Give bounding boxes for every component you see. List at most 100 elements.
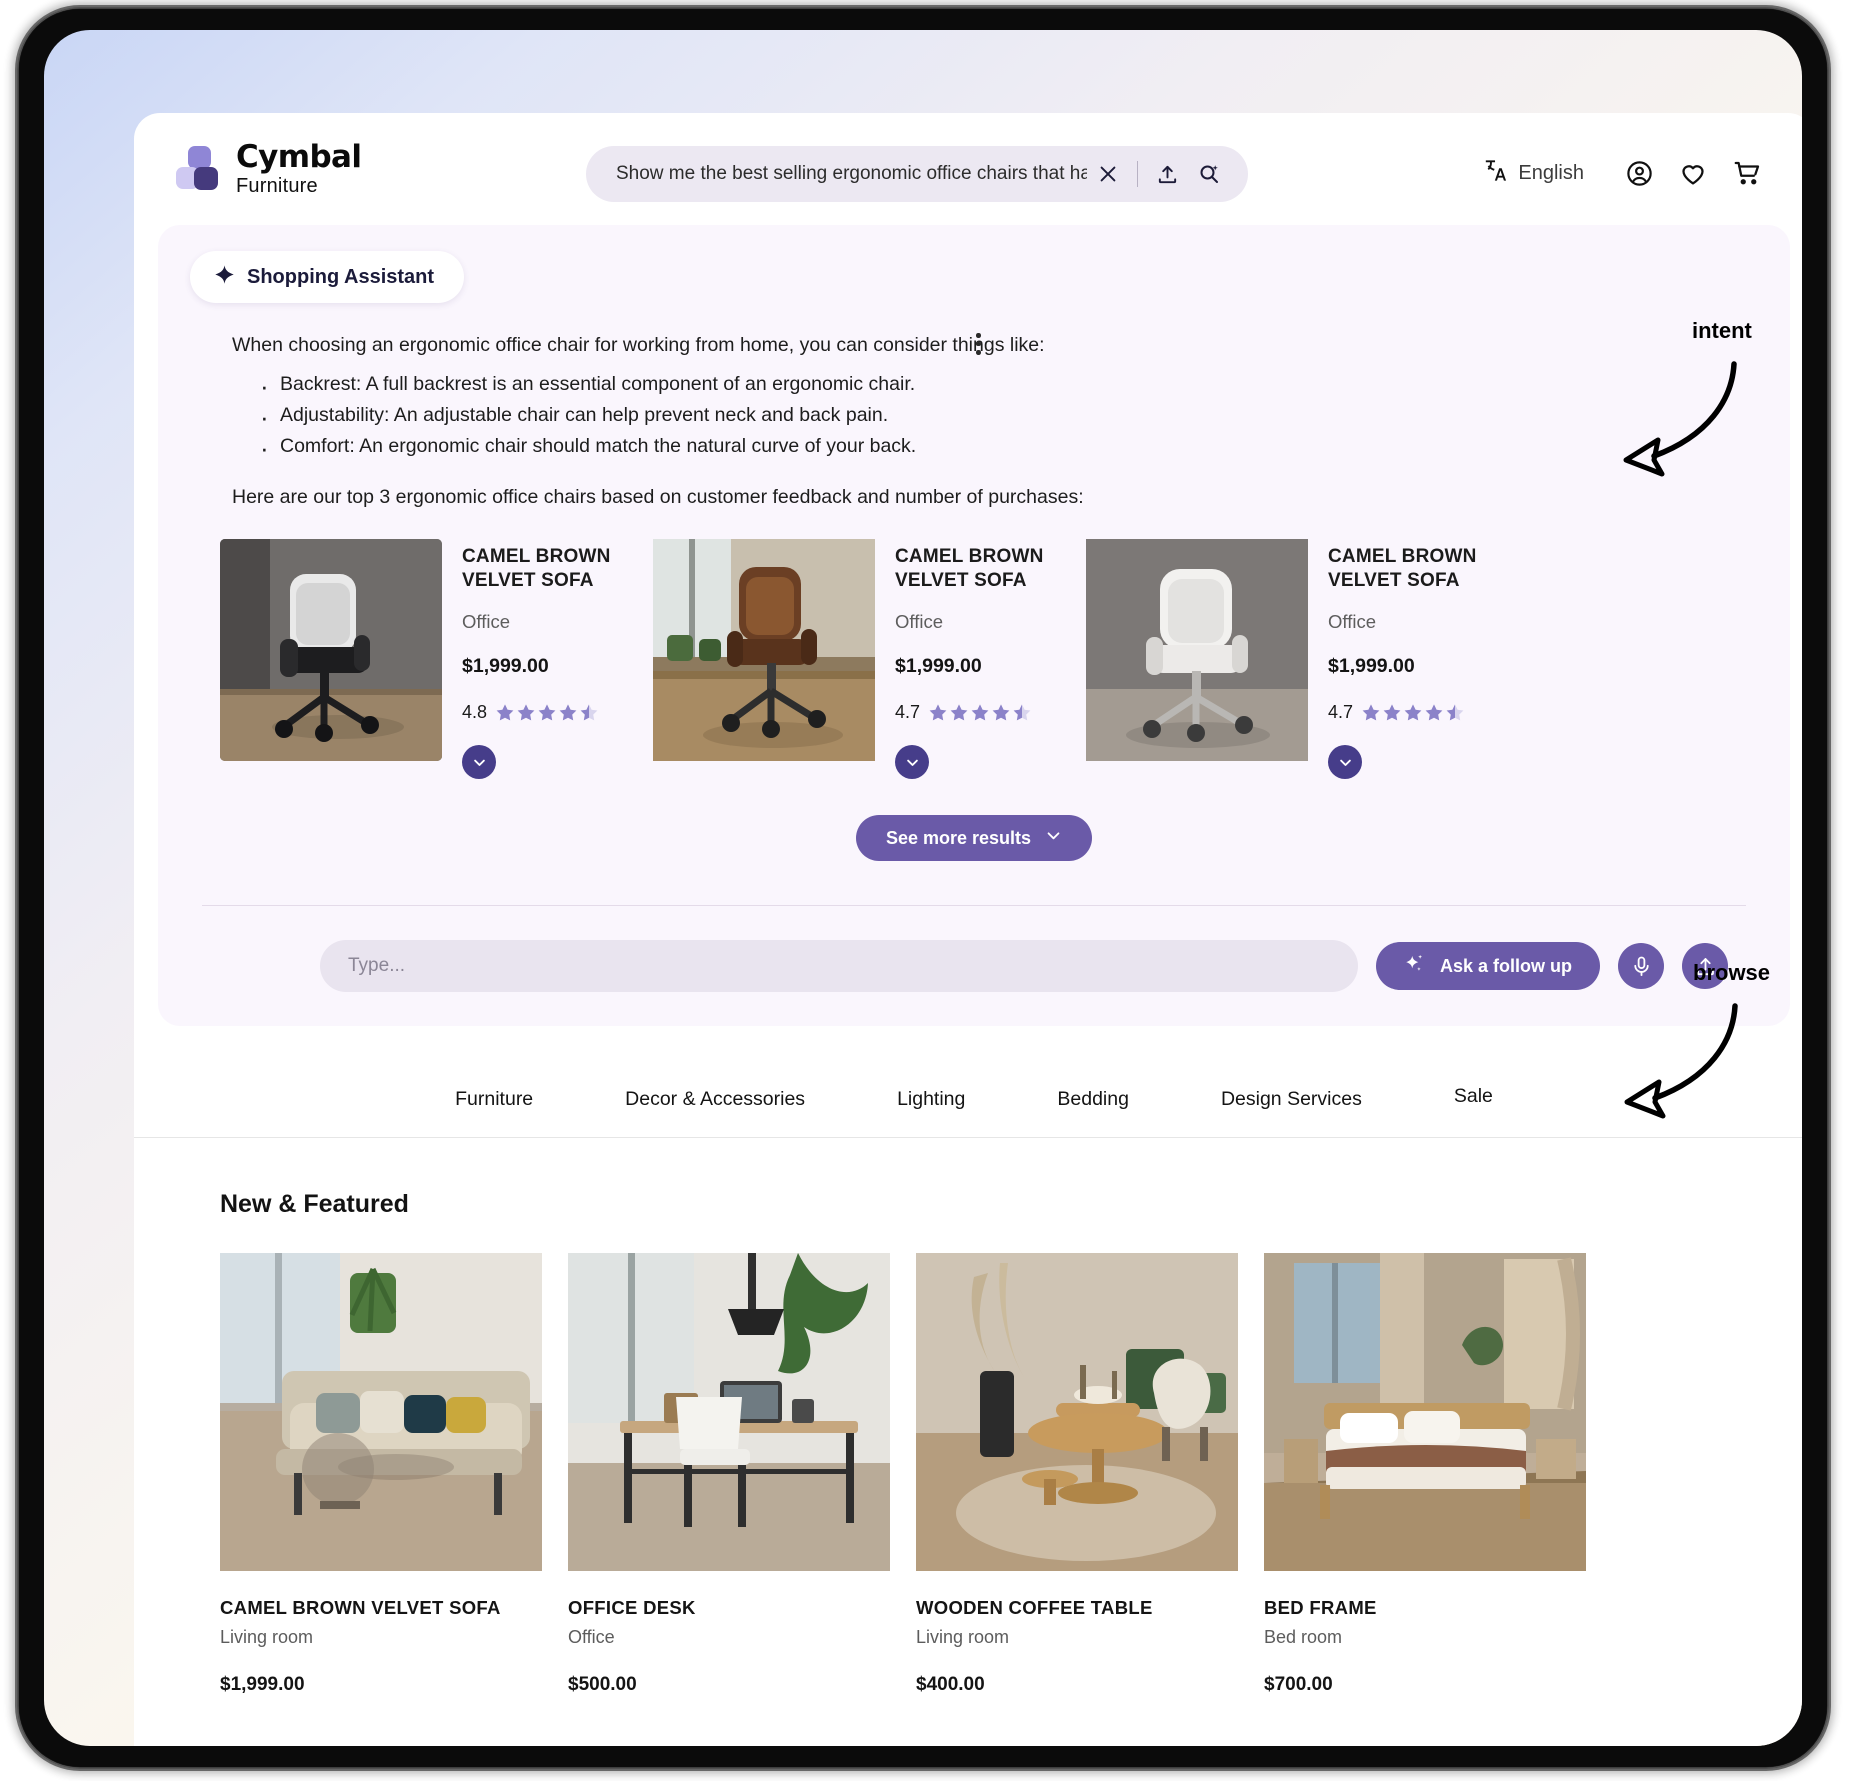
product-image[interactable]: [1264, 1253, 1586, 1572]
brand-name: Cymbal: [236, 139, 362, 175]
header-actions: English: [1483, 146, 1774, 200]
site-header: Cymbal Furniture Show me the best sellin…: [134, 113, 1802, 225]
device-screen: Cymbal Furniture Show me the best sellin…: [44, 30, 1802, 1746]
product-name: CAMEL BROWN VELVET SOFA: [220, 1597, 501, 1619]
browser-page: Cymbal Furniture Show me the best sellin…: [134, 113, 1802, 1746]
ask-follow-up-label: Ask a follow up: [1439, 955, 1572, 976]
assistant-intro: When choosing an ergonomic office chair …: [232, 334, 1045, 356]
assistant-closing: Here are our top 3 ergonomic office chai…: [232, 485, 1084, 508]
product-price: $700.00: [1264, 1674, 1333, 1696]
rating-stars-icon: [928, 703, 1032, 723]
product-name: WOODEN COFFEE TABLE: [916, 1597, 1153, 1619]
product-expand-chevron-down-icon[interactable]: [462, 745, 496, 780]
section-title: New & Featured: [220, 1190, 409, 1219]
list-item: Comfort: An ergonomic chair should match…: [256, 428, 1758, 469]
featured-product-card[interactable]: CAMEL BROWN VELVET SOFA Living room $1,9…: [220, 1253, 542, 1696]
search-input[interactable]: Show me the best selling ergonomic offic…: [616, 163, 1087, 185]
list-item: Adjustability: An adjustable chair can h…: [256, 397, 1758, 438]
product-category: Bed room: [1264, 1627, 1343, 1648]
assistant-more-vertical-icon[interactable]: [972, 329, 985, 359]
nav-item-furniture[interactable]: Furniture: [409, 1088, 579, 1111]
annotation-label: intent: [1692, 318, 1752, 343]
product-expand-chevron-down-icon[interactable]: [895, 745, 929, 780]
product-name: OFFICE DESK: [568, 1597, 696, 1619]
sparkles-icon: [1404, 953, 1426, 980]
nav-item-sale[interactable]: Sale: [1408, 1085, 1539, 1108]
language-label: English: [1518, 161, 1584, 184]
shopping-assistant-label: Shopping Assistant: [247, 265, 435, 288]
chevron-down-icon: [1045, 827, 1062, 849]
nav-item-lighting[interactable]: Lighting: [851, 1088, 1011, 1111]
sparkle-icon: [214, 264, 235, 290]
product-price: $1,999.00: [462, 655, 549, 678]
language-selector[interactable]: English: [1483, 157, 1584, 189]
product-rating: 4.7: [895, 702, 1045, 723]
see-more-results-button[interactable]: See more results: [855, 815, 1093, 862]
product-category: Office: [462, 611, 510, 633]
search-sparkle-icon[interactable]: [1188, 153, 1230, 195]
assistant-followup-bar: Type... Ask a follow up: [320, 940, 1728, 993]
assistant-product-list: CAMEL BROWN VELVET SOFA Office $1,999.00…: [220, 538, 1758, 780]
assistant-divider: [202, 905, 1746, 907]
product-category: Office: [895, 611, 943, 633]
product-price: $1,999.00: [220, 1674, 305, 1696]
product-category: Office: [1328, 611, 1376, 633]
brand-subtitle: Furniture: [236, 175, 318, 197]
list-item: Backrest: A full backrest is an essentia…: [256, 366, 1758, 407]
assistant-message: When choosing an ergonomic office chair …: [232, 331, 1758, 509]
assistant-product-card[interactable]: CAMEL BROWN VELVET SOFA Office $1,999.00…: [653, 538, 1086, 780]
product-category: Living room: [220, 1627, 314, 1648]
cymbal-logo-icon: [174, 146, 222, 192]
brand-logo[interactable]: Cymbal Furniture: [174, 139, 362, 197]
search-clear-icon[interactable]: [1087, 153, 1129, 195]
rating-value: 4.7: [1328, 702, 1354, 723]
product-image[interactable]: [220, 1253, 542, 1572]
assistant-bullet-list: Backrest: A full backrest is an essentia…: [256, 366, 1758, 469]
assistant-product-card[interactable]: CAMEL BROWN VELVET SOFA Office $1,999.00…: [220, 538, 653, 780]
assistant-product-card[interactable]: CAMEL BROWN VELVET SOFA Office $1,999.00…: [1086, 538, 1519, 780]
wishlist-heart-icon[interactable]: [1666, 146, 1720, 200]
followup-placeholder: Type...: [348, 955, 406, 977]
product-rating: 4.8: [462, 702, 612, 723]
product-rating: 4.7: [1328, 702, 1478, 723]
followup-input[interactable]: Type...: [320, 940, 1358, 993]
shopping-assistant-panel: Shopping Assistant When choosing an ergo…: [158, 225, 1790, 1027]
rating-stars-icon: [1361, 703, 1465, 723]
category-nav: Furniture Decor & Accessories Lighting B…: [134, 1026, 1802, 1139]
shopping-assistant-badge[interactable]: Shopping Assistant: [190, 251, 465, 303]
search-divider: [1137, 161, 1138, 187]
product-image[interactable]: [568, 1253, 890, 1572]
annotation-arrow-icon: [1624, 1003, 1738, 1119]
nav-item-bedding[interactable]: Bedding: [1011, 1088, 1175, 1111]
new-and-featured-section: New & Featured CAMEL BROWN VELVET SOFA L…: [134, 1138, 1802, 1696]
featured-product-card[interactable]: BED FRAME Bed room $700.00: [1264, 1253, 1586, 1696]
annotation-label: browse: [1693, 960, 1771, 985]
product-category: Office: [568, 1627, 615, 1648]
search-upload-icon[interactable]: [1146, 153, 1188, 195]
product-price: $500.00: [568, 1674, 637, 1696]
featured-product-card[interactable]: WOODEN COFFEE TABLE Living room $400.00: [916, 1253, 1238, 1696]
featured-product-grid: CAMEL BROWN VELVET SOFA Living room $1,9…: [220, 1253, 1728, 1696]
rating-value: 4.7: [895, 702, 921, 723]
product-price: $400.00: [916, 1674, 985, 1696]
featured-product-card[interactable]: OFFICE DESK Office $500.00: [568, 1253, 890, 1696]
product-name: BED FRAME: [1264, 1597, 1377, 1619]
search-bar[interactable]: Show me the best selling ergonomic offic…: [586, 146, 1248, 202]
see-more-label: See more results: [885, 827, 1032, 848]
product-image[interactable]: [653, 538, 875, 761]
rating-value: 4.8: [462, 702, 488, 723]
account-circle-icon[interactable]: [1612, 146, 1666, 200]
product-expand-chevron-down-icon[interactable]: [1328, 745, 1362, 780]
rating-stars-icon: [495, 703, 599, 723]
microphone-icon[interactable]: [1618, 943, 1664, 990]
product-image[interactable]: [1086, 538, 1308, 761]
nav-item-design-services[interactable]: Design Services: [1175, 1088, 1408, 1111]
ask-follow-up-button[interactable]: Ask a follow up: [1375, 942, 1600, 991]
nav-item-decor-accessories[interactable]: Decor & Accessories: [579, 1088, 851, 1111]
product-price: $1,999.00: [895, 655, 982, 678]
product-price: $1,999.00: [1328, 655, 1415, 678]
product-image[interactable]: [220, 538, 442, 761]
shopping-cart-icon[interactable]: [1720, 146, 1774, 200]
product-image[interactable]: [916, 1253, 1238, 1572]
annotation-arrow-icon: [1623, 361, 1737, 477]
